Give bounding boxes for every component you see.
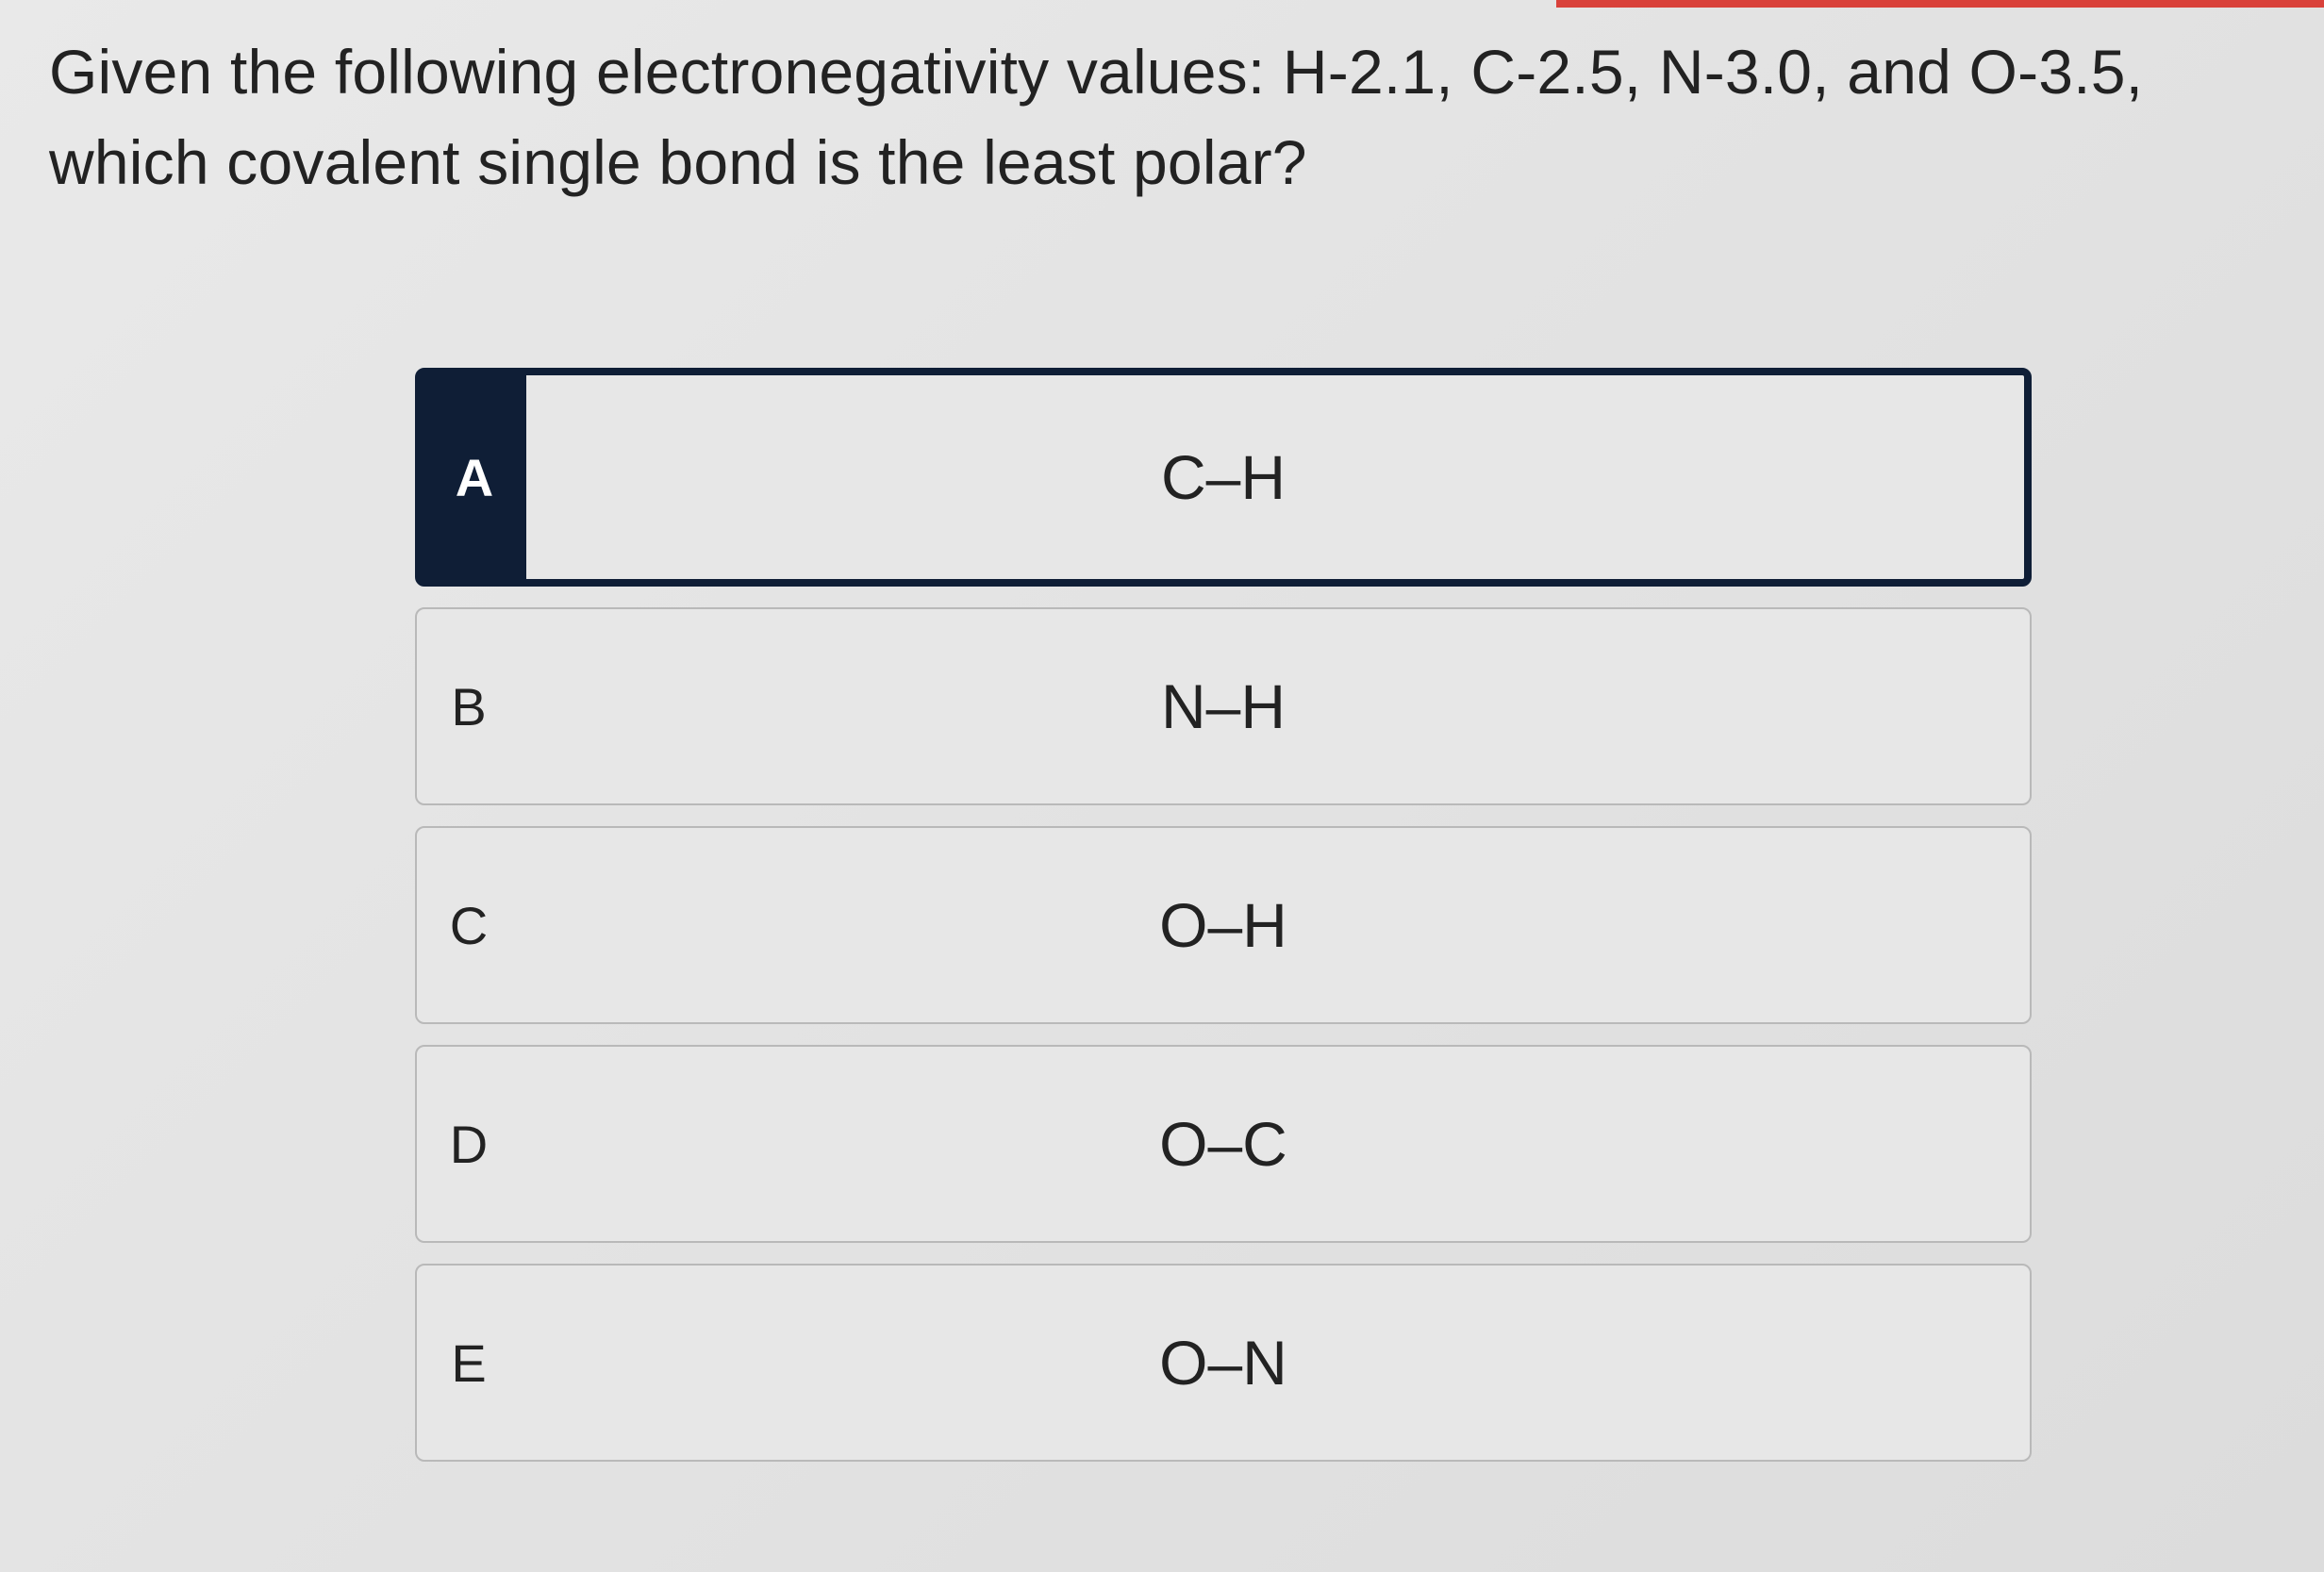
- choice-d[interactable]: D O–C: [415, 1045, 2032, 1243]
- choice-label: C–H: [1160, 442, 1286, 512]
- choice-b[interactable]: B N–H: [415, 607, 2032, 805]
- choice-letter: E: [451, 1332, 487, 1393]
- choice-letter: C: [449, 895, 489, 955]
- choice-label: O–H: [1159, 890, 1287, 960]
- choice-a[interactable]: A C–H: [415, 368, 2032, 587]
- choice-label: O–N: [1159, 1328, 1287, 1398]
- choice-label: N–H: [1160, 671, 1286, 741]
- choice-letter: B: [451, 676, 487, 736]
- choice-label: O–C: [1159, 1109, 1287, 1179]
- choice-letter: D: [449, 1114, 489, 1174]
- top-accent-strip: [1556, 0, 2324, 8]
- choice-letter: A: [423, 375, 526, 579]
- choice-c[interactable]: C O–H: [415, 826, 2032, 1024]
- choice-e[interactable]: E O–N: [415, 1264, 2032, 1462]
- question-text: Given the following electronegativity va…: [49, 37, 2144, 197]
- answer-choices: A C–H B N–H C O–H D O–C E O–N: [415, 368, 2032, 1482]
